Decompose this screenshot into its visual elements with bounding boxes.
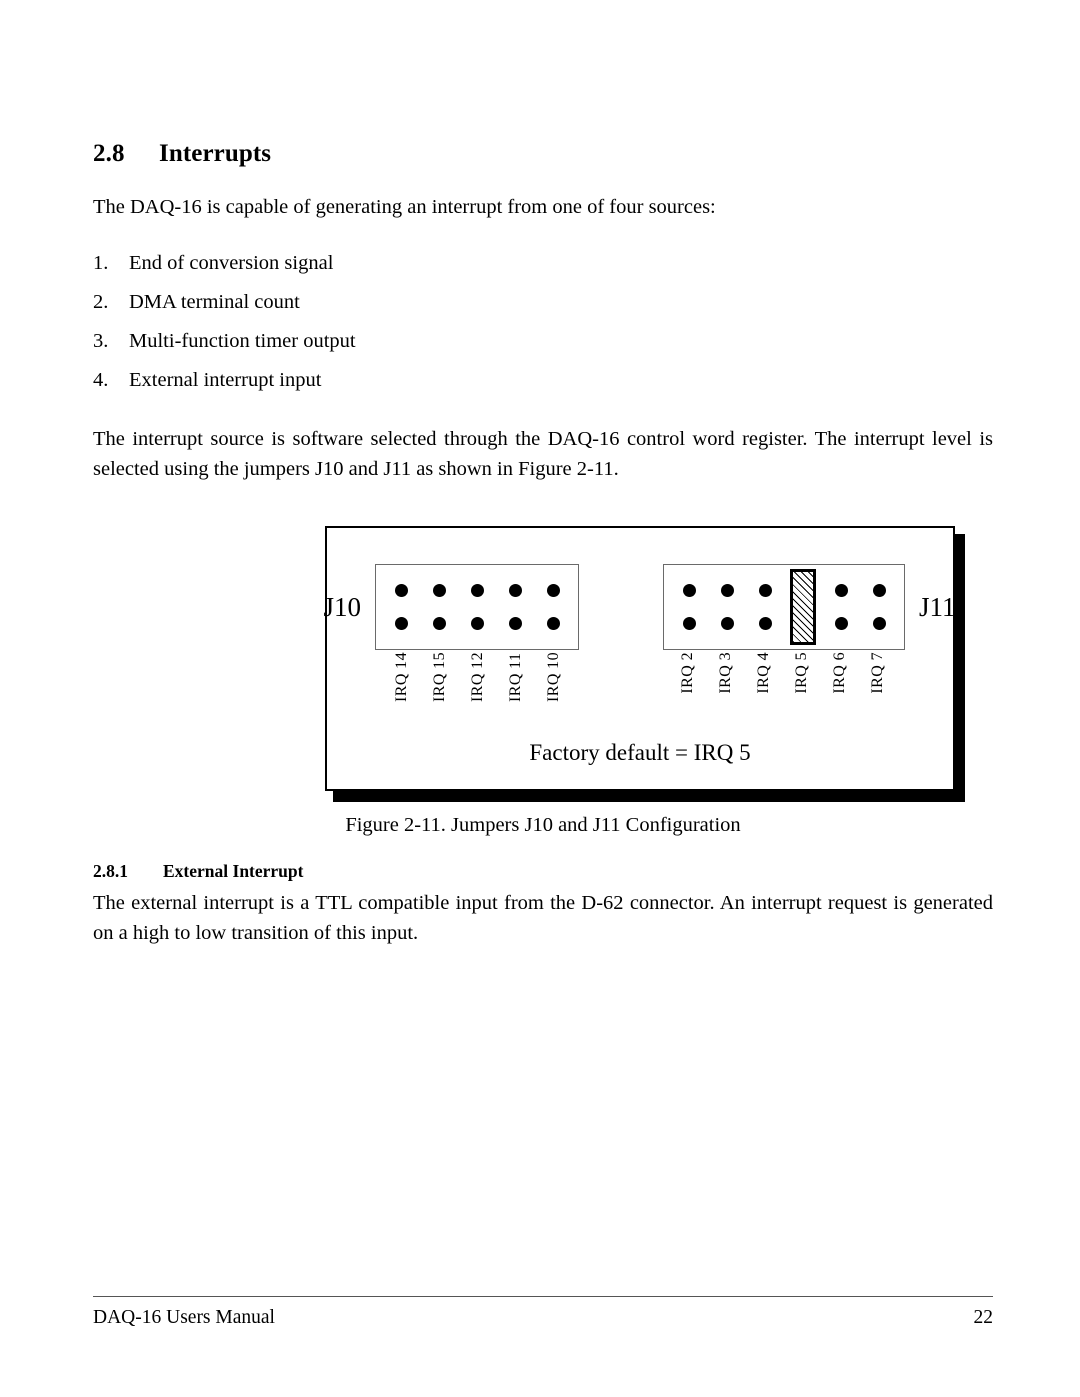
irq-label-cell: IRQ 3 <box>707 652 745 694</box>
footer-divider <box>93 1296 993 1297</box>
pin-pair-irq5 <box>784 565 822 649</box>
pin-dot <box>872 584 886 598</box>
intro-paragraph: The DAQ-16 is capable of generating an i… <box>93 196 716 218</box>
section-heading: 2.8 Interrupts <box>93 140 993 168</box>
irq-label: IRQ 7 <box>869 652 886 694</box>
pin-dot <box>682 584 696 598</box>
irq-label-cell: IRQ 6 <box>821 652 859 694</box>
pin-dot <box>432 584 446 598</box>
pin-dot <box>394 584 408 598</box>
pin-pair-irq6 <box>822 565 860 649</box>
footer-row: DAQ-16 Users Manual 22 <box>93 1307 993 1329</box>
irq-label-cell: IRQ 11 <box>497 652 535 702</box>
pin-dot <box>508 584 522 598</box>
irq-label: IRQ 10 <box>545 652 562 702</box>
irq-label-cell: IRQ 14 <box>383 652 421 702</box>
irq-label: IRQ 2 <box>679 652 696 694</box>
pin-dot <box>758 616 772 630</box>
page-footer: DAQ-16 Users Manual 22 <box>93 1296 993 1329</box>
pin-pair-irq14 <box>382 565 420 649</box>
list-item: 2. DMA terminal count <box>93 283 993 322</box>
irq-label: IRQ 6 <box>831 652 848 694</box>
figure-caption: Figure 2-11. Jumpers J10 and J11 Configu… <box>345 814 741 836</box>
list-item-label: End of conversion signal <box>129 252 334 274</box>
pin-pair-irq2 <box>670 565 708 649</box>
jumper-left-label: J10 <box>323 591 361 622</box>
irq-label-cell: IRQ 2 <box>669 652 707 694</box>
list-item-marker: 3. <box>93 330 109 352</box>
pin-pair-irq7 <box>860 565 898 649</box>
figure-frame: J10 J11 IRQ 14 IRQ 15 IRQ 12 IRQ 11 IRQ … <box>323 526 956 791</box>
pin-pair-irq15 <box>420 565 458 649</box>
subsection-heading: 2.8.1 External Interrupt <box>93 861 993 882</box>
list-item: 3. Multi-function timer output <box>93 322 993 361</box>
irq-label: IRQ 11 <box>507 652 524 702</box>
pin-dot <box>546 616 560 630</box>
irq-label-cell: IRQ 15 <box>421 652 459 702</box>
figure-jumper-configuration: J10 J11 IRQ 14 IRQ 15 IRQ 12 IRQ 11 IRQ … <box>93 514 993 804</box>
jumper-right-label: J11 <box>919 591 956 622</box>
subsection-number: 2.8.1 <box>93 861 128 881</box>
pin-dot <box>758 584 772 598</box>
connector-row: J10 J11 <box>323 564 956 650</box>
interrupt-sources-list: 1. End of conversion signal 2. DMA termi… <box>93 244 993 400</box>
list-item-label: Multi-function timer output <box>129 330 356 352</box>
list-item: 4. External interrupt input <box>93 361 993 400</box>
pin-dot <box>432 616 446 630</box>
section-title: Interrupts <box>159 140 272 167</box>
pin-dot <box>720 616 734 630</box>
irq-label-cell: IRQ 5 <box>783 652 821 694</box>
irq-label-cell: IRQ 4 <box>745 652 783 694</box>
body-paragraph: The interrupt source is software selecte… <box>93 428 993 480</box>
pin-dot <box>470 584 484 598</box>
pin-pair-irq11 <box>496 565 534 649</box>
page-content: 2.8 Interrupts The DAQ-16 is capable of … <box>93 140 993 948</box>
irq-label-cell: IRQ 10 <box>535 652 573 702</box>
irq-label: IRQ 12 <box>469 652 486 702</box>
irq-labels-j10: IRQ 14 IRQ 15 IRQ 12 IRQ 11 IRQ 10 <box>377 652 579 702</box>
pin-pair-irq4 <box>746 565 784 649</box>
subsection-paragraph: The external interrupt is a TTL compatib… <box>93 892 993 944</box>
pin-dot <box>546 584 560 598</box>
footer-manual-title: DAQ-16 Users Manual <box>93 1307 275 1328</box>
irq-label: IRQ 5 <box>793 652 810 694</box>
irq-label: IRQ 3 <box>717 652 734 694</box>
section-number: 2.8 <box>93 140 125 167</box>
pin-dot <box>470 616 484 630</box>
subsection-title: External Interrupt <box>163 861 304 881</box>
irq-label: IRQ 14 <box>393 652 410 702</box>
irq-label: IRQ 4 <box>755 652 772 694</box>
pin-dot <box>834 584 848 598</box>
list-item-marker: 2. <box>93 291 109 313</box>
list-item-marker: 4. <box>93 369 109 391</box>
footer-page-number: 22 <box>973 1307 994 1328</box>
pin-dot <box>682 616 696 630</box>
jumper-block-j11 <box>663 564 905 650</box>
pin-dot <box>720 584 734 598</box>
jumper-shunt-icon <box>790 569 816 645</box>
list-item-label: External interrupt input <box>129 369 322 391</box>
pin-pair-irq12 <box>458 565 496 649</box>
jumper-block-j10 <box>375 564 579 650</box>
pin-dot <box>872 616 886 630</box>
list-item-label: DMA terminal count <box>129 291 300 313</box>
irq-label-row: IRQ 14 IRQ 15 IRQ 12 IRQ 11 IRQ 10 IRQ 2… <box>327 652 953 732</box>
irq-label: IRQ 15 <box>431 652 448 702</box>
list-item: 1. End of conversion signal <box>93 244 993 283</box>
pin-pair-irq3 <box>708 565 746 649</box>
irq-label-cell: IRQ 12 <box>459 652 497 702</box>
list-item-marker: 1. <box>93 252 109 274</box>
irq-label-cell: IRQ 7 <box>859 652 897 694</box>
irq-labels-j11: IRQ 2 IRQ 3 IRQ 4 IRQ 5 IRQ 6 IRQ 7 <box>663 652 903 694</box>
factory-default-note: Factory default = IRQ 5 <box>529 740 751 765</box>
pin-dot <box>394 616 408 630</box>
pin-dot <box>508 616 522 630</box>
pin-dot <box>834 616 848 630</box>
document-page: 2.8 Interrupts The DAQ-16 is capable of … <box>0 0 1080 1397</box>
pin-pair-irq10 <box>534 565 572 649</box>
